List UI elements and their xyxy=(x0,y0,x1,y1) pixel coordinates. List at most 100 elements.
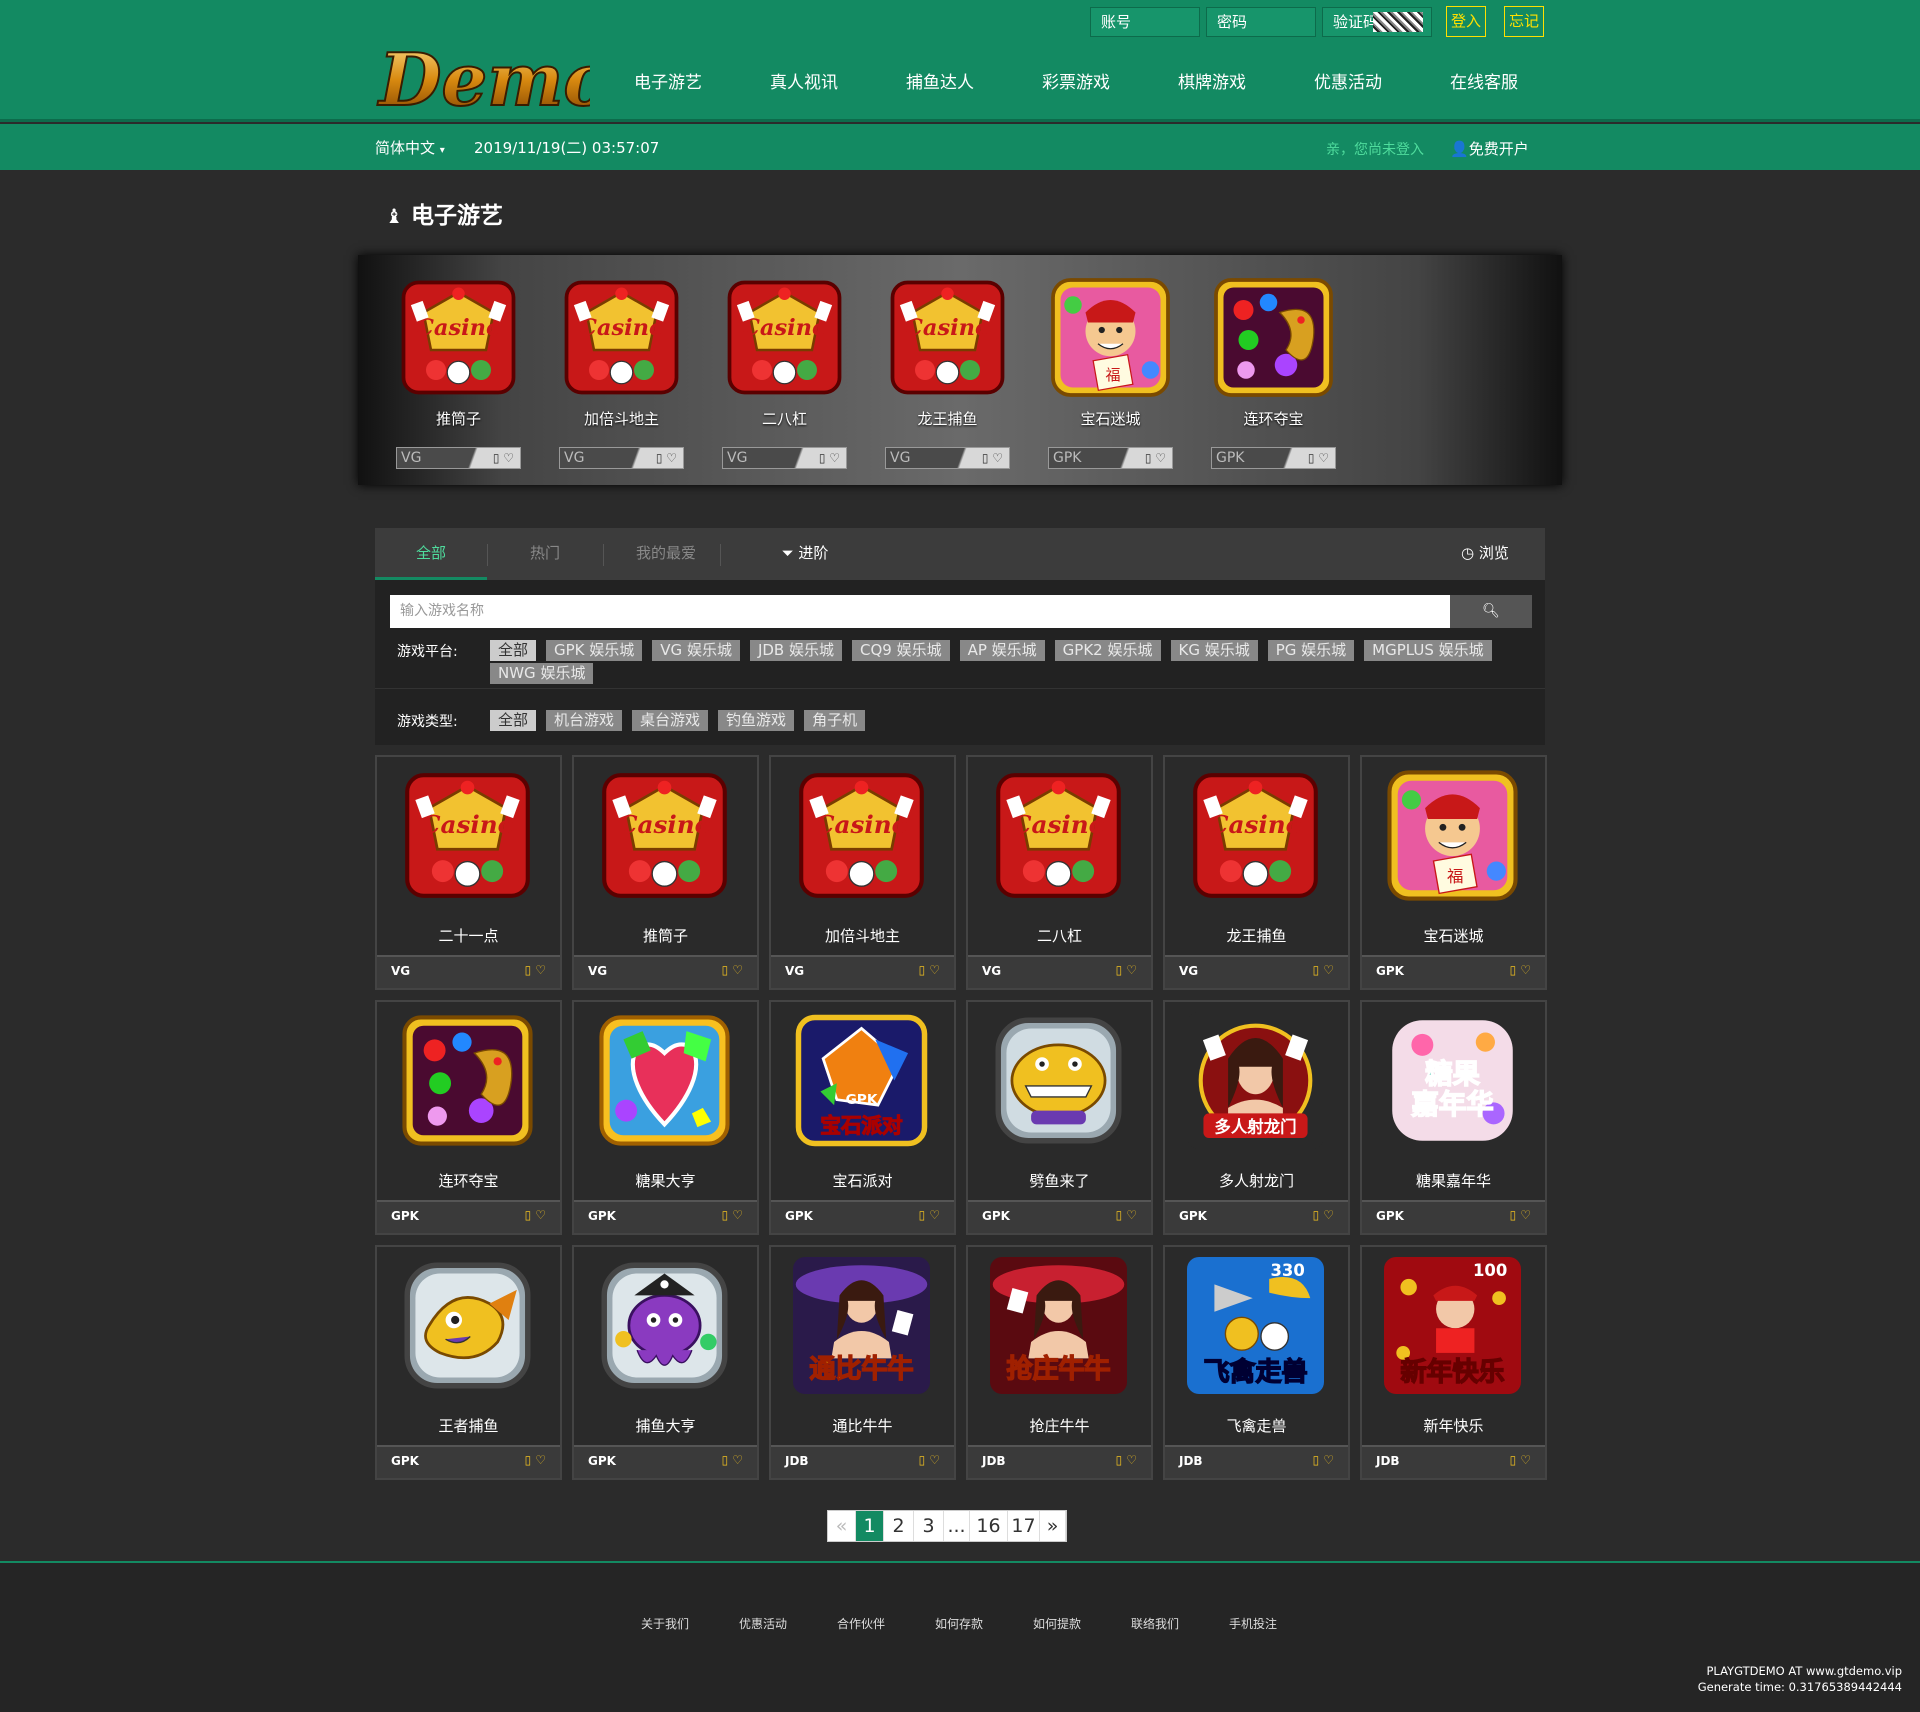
forgot-password-button[interactable]: 忘记 xyxy=(1504,6,1544,37)
type-chip[interactable]: 桌台游戏 xyxy=(632,710,709,731)
footer-link[interactable]: 如何提款 xyxy=(1033,1615,1131,1632)
platform-chip[interactable]: PG 娱乐城 xyxy=(1267,640,1355,661)
game-card[interactable]: 连环夺宝 GPK ▯♡ xyxy=(375,1000,562,1235)
game-card[interactable]: 福 宝石迷城 GPK ▯♡ xyxy=(1360,755,1547,990)
captcha-image[interactable] xyxy=(1373,12,1423,32)
game-card[interactable]: Casino 加倍斗地主 VG ▯♡ xyxy=(769,755,956,990)
page-button[interactable]: 1 xyxy=(856,1511,884,1541)
game-card[interactable]: 糖果 嘉年华 糖果嘉年华 GPK ▯♡ xyxy=(1360,1000,1547,1235)
game-card[interactable]: Casino 推筒子 VG ▯♡ xyxy=(572,755,759,990)
platform-chip[interactable]: CQ9 娱乐城 xyxy=(852,640,950,661)
game-icon[interactable] xyxy=(399,1012,536,1149)
nav-item-3[interactable]: 彩票游戏 xyxy=(1008,62,1144,104)
game-icon[interactable]: GPK 宝石派对 xyxy=(793,1012,930,1149)
featured-game[interactable]: 福 宝石迷城 GPK ▯ ♡ xyxy=(1048,275,1173,469)
game-icon[interactable] xyxy=(596,1257,733,1394)
game-icon[interactable]: 通比牛牛 xyxy=(793,1257,930,1394)
heart-icon[interactable]: ♡ xyxy=(1323,1453,1338,1467)
platform-chip[interactable]: JDB 娱乐城 xyxy=(749,640,842,661)
type-chip[interactable]: 全部 xyxy=(490,710,537,731)
register-link[interactable]: 👤免费开户 xyxy=(1450,138,1529,159)
heart-icon[interactable]: ♡ xyxy=(1151,451,1166,465)
game-card[interactable]: 多人射龙门 多人射龙门 GPK ▯♡ xyxy=(1163,1000,1350,1235)
nav-item-4[interactable]: 棋牌游戏 xyxy=(1144,62,1280,104)
game-icon[interactable]: Casino xyxy=(990,767,1127,904)
heart-icon[interactable]: ♡ xyxy=(929,963,944,977)
footer-link[interactable]: 合作伙伴 xyxy=(837,1615,935,1632)
heart-icon[interactable]: ♡ xyxy=(1520,1453,1535,1467)
game-card[interactable]: Casino 二八杠 VG ▯♡ xyxy=(966,755,1153,990)
game-card[interactable]: 100 新年快乐 新年快乐 JDB ▯♡ xyxy=(1360,1245,1547,1480)
heart-icon[interactable]: ♡ xyxy=(535,1453,550,1467)
heart-icon[interactable]: ♡ xyxy=(929,1453,944,1467)
next-page-button[interactable]: » xyxy=(1040,1511,1066,1541)
game-icon[interactable]: 糖果 嘉年华 xyxy=(1384,1012,1521,1149)
language-selector[interactable]: 简体中文 ▾ xyxy=(375,137,445,158)
heart-icon[interactable]: ♡ xyxy=(1520,963,1535,977)
heart-icon[interactable]: ♡ xyxy=(1126,1453,1141,1467)
game-icon[interactable]: 抢庄牛牛 xyxy=(990,1257,1127,1394)
heart-icon[interactable]: ♡ xyxy=(1323,963,1338,977)
game-card[interactable]: 捕鱼大亨 GPK ▯♡ xyxy=(572,1245,759,1480)
game-card[interactable]: 劈鱼来了 GPK ▯♡ xyxy=(966,1000,1153,1235)
tab-browse[interactable]: ◷ 浏览 xyxy=(1435,528,1535,580)
page-button[interactable]: 3 xyxy=(914,1511,944,1541)
game-icon[interactable]: Casino xyxy=(399,767,536,904)
login-button[interactable]: 登入 xyxy=(1446,6,1486,37)
account-input[interactable]: 账号 xyxy=(1090,7,1200,37)
game-card[interactable]: 通比牛牛 通比牛牛 JDB ▯♡ xyxy=(769,1245,956,1480)
featured-game[interactable]: Casino 龙王捕鱼 VG ▯ ♡ xyxy=(885,275,1010,469)
game-icon[interactable]: 多人射龙门 xyxy=(1187,1012,1324,1149)
heart-icon[interactable]: ♡ xyxy=(732,1208,747,1222)
heart-icon[interactable]: ♡ xyxy=(662,451,677,465)
tab-hot[interactable]: 热门 xyxy=(495,528,595,580)
game-icon[interactable] xyxy=(1211,275,1336,400)
heart-icon[interactable]: ♡ xyxy=(499,451,514,465)
heart-icon[interactable]: ♡ xyxy=(535,963,550,977)
platform-chip[interactable]: GPK 娱乐城 xyxy=(546,640,643,661)
game-icon[interactable] xyxy=(990,1012,1127,1149)
heart-icon[interactable]: ♡ xyxy=(732,963,747,977)
game-card[interactable]: Casino 二十一点 VG ▯♡ xyxy=(375,755,562,990)
game-icon[interactable]: Casino xyxy=(396,275,521,400)
game-icon[interactable] xyxy=(596,1012,733,1149)
prev-page-button[interactable]: « xyxy=(828,1511,856,1541)
game-card[interactable]: 糖果大亨 GPK ▯♡ xyxy=(572,1000,759,1235)
tab-favorites[interactable]: 我的最爱 xyxy=(610,528,722,580)
featured-game[interactable]: Casino 二八杠 VG ▯ ♡ xyxy=(722,275,847,469)
heart-icon[interactable]: ♡ xyxy=(535,1208,550,1222)
platform-chip[interactable]: AP 娱乐城 xyxy=(959,640,1045,661)
captcha-input[interactable]: 验证码 xyxy=(1322,7,1432,37)
password-input[interactable]: 密码 xyxy=(1206,7,1316,37)
heart-icon[interactable]: ♡ xyxy=(1323,1208,1338,1222)
game-icon[interactable]: Casino xyxy=(885,275,1010,400)
heart-icon[interactable]: ♡ xyxy=(929,1208,944,1222)
nav-item-2[interactable]: 捕鱼达人 xyxy=(872,62,1008,104)
tab-advanced[interactable]: ⏷ 进阶 xyxy=(755,528,855,580)
page-button[interactable]: 16 xyxy=(970,1511,1008,1541)
game-icon[interactable] xyxy=(399,1257,536,1394)
game-icon[interactable]: 330 飞禽走兽 xyxy=(1187,1257,1324,1394)
heart-icon[interactable]: ♡ xyxy=(1314,451,1329,465)
footer-link[interactable]: 手机投注 xyxy=(1229,1615,1327,1632)
heart-icon[interactable]: ♡ xyxy=(732,1453,747,1467)
nav-item-0[interactable]: 电子游艺 xyxy=(600,62,736,104)
footer-link[interactable]: 联络我们 xyxy=(1131,1615,1229,1632)
game-card[interactable]: 抢庄牛牛 抢庄牛牛 JDB ▯♡ xyxy=(966,1245,1153,1480)
nav-item-1[interactable]: 真人视讯 xyxy=(736,62,872,104)
platform-chip[interactable]: GPK2 娱乐城 xyxy=(1054,640,1161,661)
heart-icon[interactable]: ♡ xyxy=(1126,963,1141,977)
heart-icon[interactable]: ♡ xyxy=(825,451,840,465)
game-icon[interactable]: Casino xyxy=(559,275,684,400)
page-button[interactable]: 17 xyxy=(1008,1511,1040,1541)
game-icon[interactable]: Casino xyxy=(1187,767,1324,904)
type-chip[interactable]: 机台游戏 xyxy=(546,710,623,731)
featured-game[interactable]: Casino 推筒子 VG ▯ ♡ xyxy=(396,275,521,469)
game-icon[interactable]: 100 新年快乐 xyxy=(1384,1257,1521,1394)
type-chip[interactable]: 钓鱼游戏 xyxy=(718,710,795,731)
platform-chip[interactable]: VG 娱乐城 xyxy=(652,640,740,661)
game-icon[interactable]: Casino xyxy=(722,275,847,400)
site-logo[interactable]: Demo xyxy=(375,35,612,123)
heart-icon[interactable]: ♡ xyxy=(1126,1208,1141,1222)
footer-link[interactable]: 关于我们 xyxy=(641,1615,739,1632)
